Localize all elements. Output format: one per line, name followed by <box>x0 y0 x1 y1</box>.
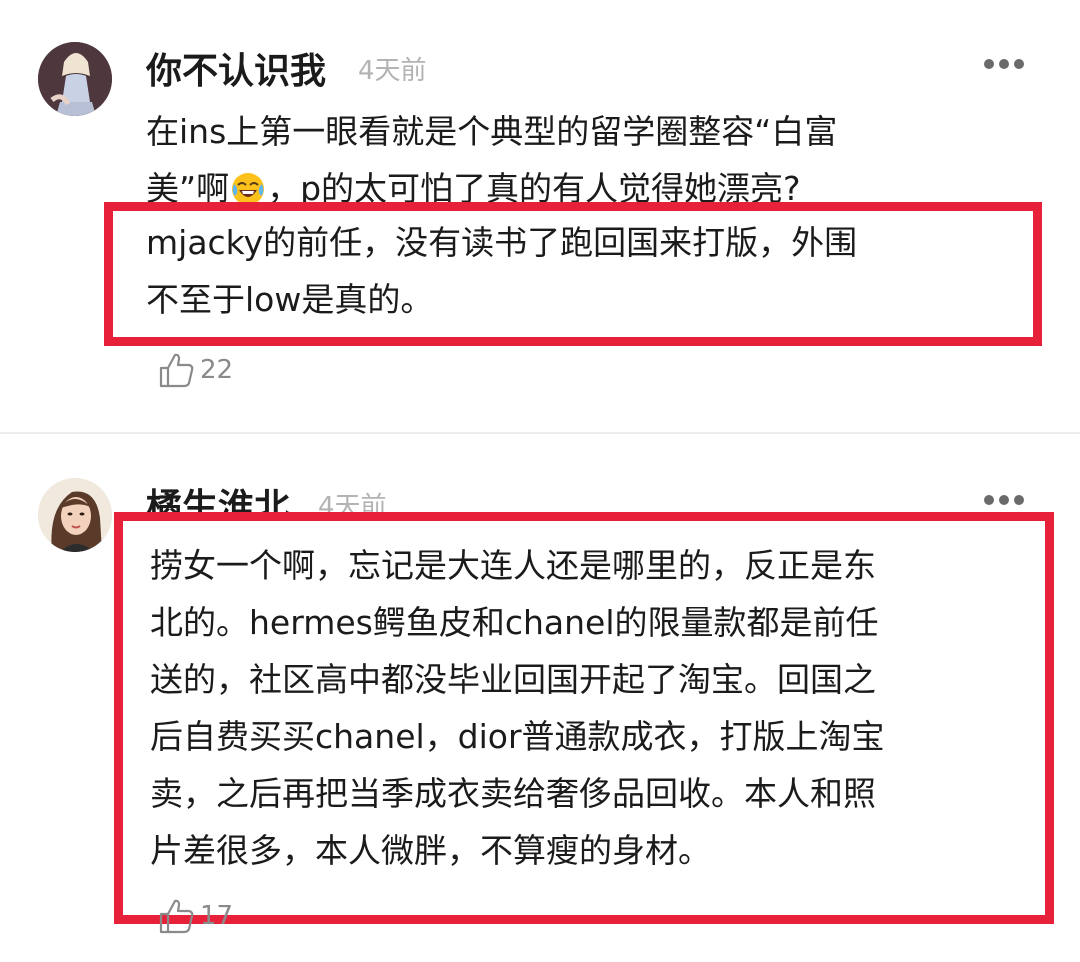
like-button[interactable]: 17 <box>158 896 233 936</box>
thumbs-up-icon <box>159 899 194 934</box>
highlighted-text: mjacky的前任，没有读书了跑回国来打版，外围 不至于low是真的。 <box>146 214 857 328</box>
username[interactable]: 你不认识我 <box>146 42 326 94</box>
comment-1: 你不认识我 4天前 在ins上第一眼看就是个典型的留学圈整容“白富 美”啊 ，p的… <box>0 0 1080 432</box>
highlighted-text: 捞女一个啊，忘记是大连人还是哪里的，反正是东 北的。hermes鳄鱼皮和chan… <box>150 537 885 879</box>
text-line: 北的。hermes鳄鱼皮和chanel的限量款都是前任 <box>150 603 879 642</box>
comment-2: 橘生淮北 4天前 捞女一个啊，忘记是大连人还是哪里的，反正是东 北的。herme… <box>0 434 1080 962</box>
more-dots-icon[interactable] <box>984 495 1024 507</box>
avatar[interactable] <box>38 478 112 552</box>
text-line: 片差很多，本人微胖，不算瘦的身材。 <box>150 831 711 870</box>
text-line: 送的，社区高中都没毕业回国开起了淘宝。回国之 <box>150 660 876 699</box>
laughing-tears-emoji <box>231 166 265 205</box>
comment-text: 在ins上第一眼看就是个典型的留学圈整容“白富 美”啊 ，p的太可怕了真的有人觉得… <box>146 103 837 217</box>
text-line: 捞女一个啊，忘记是大连人还是哪里的，反正是东 <box>150 546 876 585</box>
like-button[interactable]: 22 <box>158 350 233 390</box>
text-line: 后自费买买chanel，dior普通款成衣，打版上淘宝 <box>150 717 885 756</box>
like-count: 17 <box>200 901 234 931</box>
text-line: 卖，之后再把当季成衣卖给奢侈品回收。本人和照 <box>150 774 876 813</box>
like-count: 22 <box>200 355 234 385</box>
thumbs-up-icon <box>159 353 194 388</box>
timestamp: 4天前 <box>358 56 427 86</box>
text-line: 在ins上第一眼看就是个典型的留学圈整容“白富 <box>146 112 838 151</box>
avatar[interactable] <box>38 42 112 116</box>
text-line: mjacky的前任，没有读书了跑回国来打版，外围 <box>146 223 858 262</box>
text-line: 不至于low是真的。 <box>146 280 434 319</box>
more-dots-icon[interactable] <box>984 59 1024 71</box>
